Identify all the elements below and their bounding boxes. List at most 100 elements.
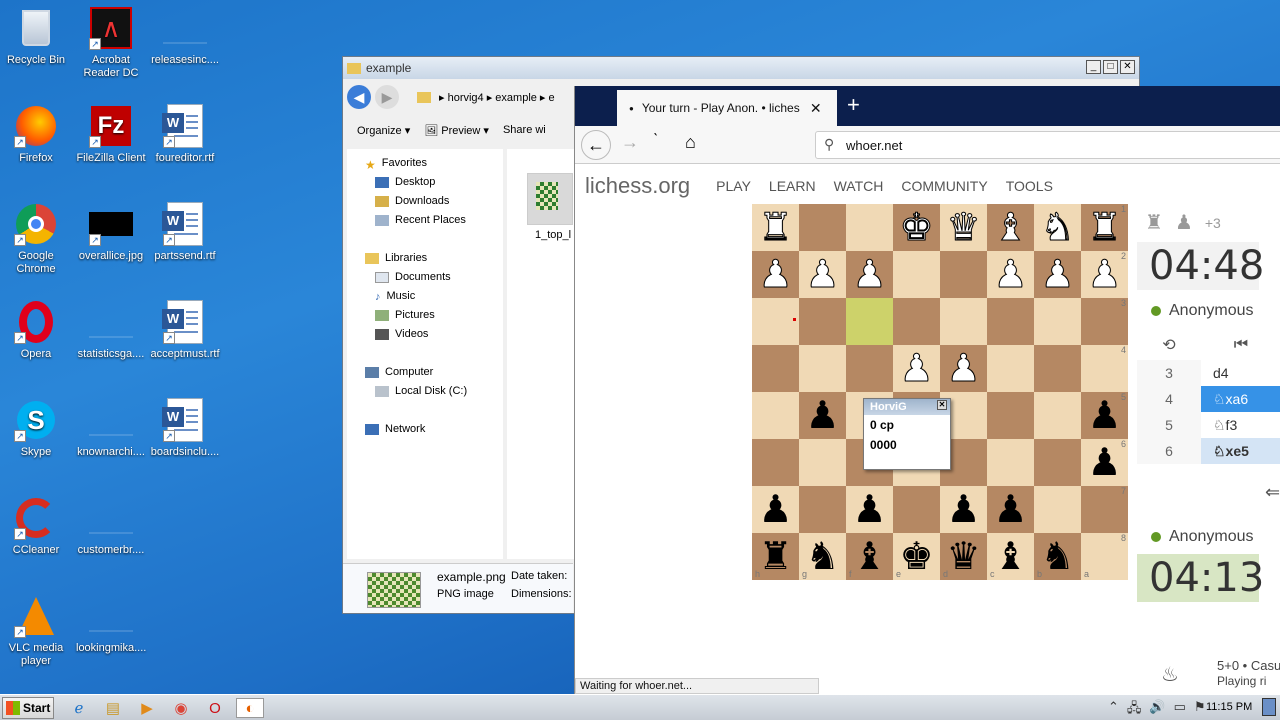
black-pawn-piece[interactable]: ♟ bbox=[946, 491, 980, 529]
first-move-icon[interactable]: ⏮ bbox=[1201, 336, 1280, 354]
board-square[interactable] bbox=[893, 251, 940, 298]
nav-learn[interactable]: LEARN bbox=[769, 178, 816, 194]
share-button[interactable]: Share wi bbox=[503, 124, 546, 136]
forward-button[interactable]: ▶ bbox=[375, 85, 399, 109]
board-square[interactable] bbox=[893, 486, 940, 533]
explorer-titlebar[interactable]: example bbox=[343, 57, 1139, 79]
board-square[interactable]: ♟ bbox=[940, 486, 987, 533]
board-square[interactable]: ♟ bbox=[846, 486, 893, 533]
nav-community[interactable]: COMMUNITY bbox=[901, 178, 987, 194]
desktop-icon[interactable]: W ↗ partssend.rtf bbox=[150, 202, 220, 263]
board-square[interactable] bbox=[987, 439, 1034, 486]
board-square[interactable] bbox=[987, 298, 1034, 345]
white-pawn-piece[interactable]: ♟ bbox=[852, 255, 887, 294]
board-square[interactable]: ♞ b bbox=[1034, 533, 1081, 580]
flip-board-icon[interactable]: ⟲ bbox=[1137, 335, 1201, 355]
desktop-icon[interactable]: Fz ↗ FileZilla Client bbox=[76, 104, 146, 165]
black-bishop-piece[interactable]: ♝ bbox=[993, 538, 1027, 576]
white-pawn-piece[interactable]: ♟ bbox=[758, 255, 793, 294]
nav-videos[interactable]: Videos bbox=[375, 328, 428, 340]
nav-local-disk[interactable]: Local Disk (C:) bbox=[375, 385, 467, 397]
nav-watch[interactable]: WATCH bbox=[834, 178, 884, 194]
nav-music[interactable]: ♪ Music bbox=[375, 290, 415, 303]
nav-documents[interactable]: Documents bbox=[375, 271, 451, 283]
black-bishop-piece[interactable]: ♝ bbox=[852, 538, 886, 576]
black-knight-piece[interactable]: ♞ bbox=[1040, 538, 1074, 576]
popup-title[interactable]: HorviG ✕ bbox=[864, 399, 950, 415]
bottom-player[interactable]: Anonymous bbox=[1137, 522, 1280, 552]
board-square[interactable] bbox=[987, 345, 1034, 392]
forward-arrow-icon[interactable]: → bbox=[621, 132, 639, 153]
nav-libraries[interactable]: Libraries bbox=[365, 252, 427, 264]
desktop-icon[interactable]: ↗ Google Chrome bbox=[1, 202, 71, 276]
chrome-taskbar-icon[interactable]: ◉ bbox=[170, 698, 192, 718]
tab-lichess[interactable]: ● Your turn - Play Anon. • liches ✕ bbox=[617, 90, 837, 126]
white-knight-piece[interactable]: ♞ bbox=[1040, 208, 1075, 247]
board-square[interactable]: ♚ bbox=[893, 204, 940, 251]
board-square[interactable] bbox=[1034, 345, 1081, 392]
desktop-icon[interactable]: ↗ VLC media player bbox=[1, 594, 71, 668]
white-pawn-piece[interactable]: ♟ bbox=[899, 349, 934, 388]
media-player-icon[interactable]: ▶ bbox=[136, 698, 158, 718]
black-pawn-piece[interactable]: ♟ bbox=[805, 397, 839, 435]
board-square[interactable] bbox=[940, 251, 987, 298]
board-square[interactable]: 8a bbox=[1081, 533, 1128, 580]
board-square[interactable]: ♟ bbox=[799, 392, 846, 439]
board-square[interactable]: ♛ bbox=[940, 204, 987, 251]
previous-arrow-icon[interactable]: ⇐ bbox=[1265, 482, 1280, 503]
black-pawn-piece[interactable]: ♟ bbox=[758, 491, 792, 529]
desktop-icon[interactable]: ↗ Firefox bbox=[1, 104, 71, 165]
board-square[interactable]: ♟ 6 bbox=[1081, 439, 1128, 486]
board-square[interactable]: 3 bbox=[1081, 298, 1128, 345]
board-square[interactable] bbox=[940, 298, 987, 345]
desktop-icon[interactable]: knownarchi.... bbox=[76, 398, 146, 459]
move-san[interactable]: ♘f3 bbox=[1201, 412, 1280, 438]
black-king-piece[interactable]: ♚ bbox=[899, 538, 933, 576]
board-square[interactable] bbox=[893, 298, 940, 345]
flag-icon[interactable]: ⚑ bbox=[1194, 699, 1206, 720]
desktop-icon[interactable]: W ↗ foureditor.rtf bbox=[150, 104, 220, 165]
board-square[interactable]: ♟ bbox=[987, 251, 1034, 298]
board-square[interactable] bbox=[752, 345, 799, 392]
board-square[interactable] bbox=[752, 298, 799, 345]
ie-icon[interactable]: ℯ bbox=[68, 698, 90, 718]
board-square[interactable]: ♟ bbox=[940, 345, 987, 392]
board-square[interactable] bbox=[799, 486, 846, 533]
white-pawn-piece[interactable]: ♟ bbox=[805, 255, 840, 294]
board-square[interactable] bbox=[1034, 392, 1081, 439]
nav-tools[interactable]: TOOLS bbox=[1006, 178, 1053, 194]
move-san[interactable]: d4 bbox=[1201, 360, 1280, 386]
black-pawn-piece[interactable]: ♟ bbox=[993, 491, 1027, 529]
chess-board[interactable]: ♜ ♚ ♛ ♝ ♞ ♜ 1 ♟ ♟ ♟ ♟ ♟ ♟ 2 3 ♟ ♟ 4 ♟ ♟ 5 ♟ 6 ♟ ♟ ♟ ♟ 7 ♜ h ♞ g ♝ f ♚ e ♛ d ♝ c… bbox=[752, 204, 1128, 580]
show-hidden-icons[interactable]: ⌃ bbox=[1108, 699, 1119, 720]
nav-play[interactable]: PLAY bbox=[716, 178, 751, 194]
home-icon[interactable]: ⌂ bbox=[685, 132, 696, 153]
nav-desktop[interactable]: Desktop bbox=[375, 176, 435, 188]
board-square[interactable] bbox=[987, 392, 1034, 439]
board-square[interactable]: ♝ bbox=[987, 204, 1034, 251]
back-arrow-icon[interactable]: ← bbox=[581, 130, 611, 160]
monitor-tray-icon[interactable]: ▭ bbox=[1174, 699, 1186, 720]
preview-button[interactable]: 🖼 Preview ▾ bbox=[424, 124, 489, 137]
move-san[interactable]: ♘xe5 bbox=[1201, 438, 1280, 464]
desktop-icon[interactable]: lookingmika.... bbox=[76, 594, 146, 655]
board-square[interactable]: ♟ bbox=[846, 251, 893, 298]
white-queen-piece[interactable]: ♛ bbox=[946, 208, 981, 247]
opera-taskbar-icon[interactable]: O bbox=[204, 698, 226, 718]
nav-downloads[interactable]: Downloads bbox=[375, 195, 449, 207]
board-square[interactable] bbox=[1034, 486, 1081, 533]
stop-loading-icon[interactable]: ˋ bbox=[653, 132, 658, 150]
black-pawn-piece[interactable]: ♟ bbox=[1087, 444, 1121, 482]
black-knight-piece[interactable]: ♞ bbox=[805, 538, 839, 576]
board-square[interactable]: ♜ h bbox=[752, 533, 799, 580]
lichess-logo[interactable]: lichess.org bbox=[585, 173, 690, 199]
nav-pictures[interactable]: Pictures bbox=[375, 309, 435, 321]
board-square[interactable]: ♝ c bbox=[987, 533, 1034, 580]
board-square[interactable]: ♟ 5 bbox=[1081, 392, 1128, 439]
board-square[interactable] bbox=[1034, 298, 1081, 345]
desktop-icon[interactable]: ↗ overallice.jpg bbox=[76, 202, 146, 263]
white-pawn-piece[interactable]: ♟ bbox=[946, 349, 981, 388]
desktop-icon[interactable]: ↗ Opera bbox=[1, 300, 71, 361]
white-pawn-piece[interactable]: ♟ bbox=[993, 255, 1028, 294]
new-tab-button[interactable]: + bbox=[847, 92, 860, 118]
